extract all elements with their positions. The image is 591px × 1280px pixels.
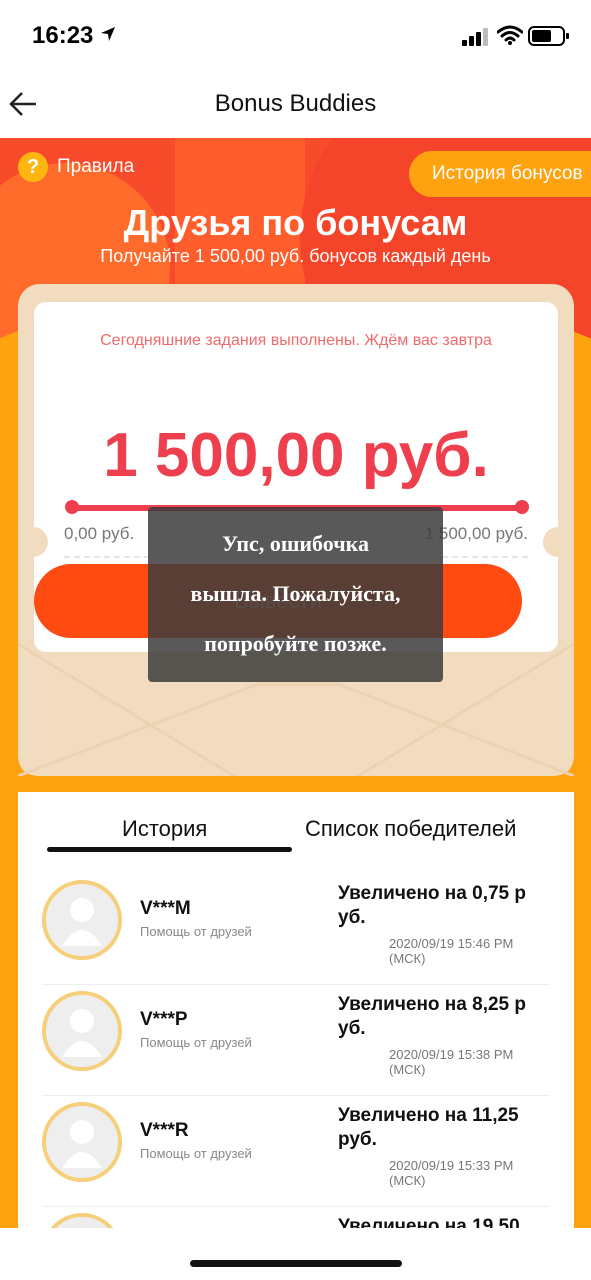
avatar xyxy=(42,1102,122,1182)
toast-line-2: вышла. Пожалуйста, xyxy=(190,581,401,606)
bonus-increase: Увеличено на 11,25 руб. xyxy=(338,1105,519,1150)
tab-history[interactable]: История xyxy=(122,816,207,842)
user-silhouette-icon xyxy=(62,1120,102,1168)
bonus-increase: Увеличено на 19,50 xyxy=(338,1216,520,1228)
bonus-source: Помощь от друзей xyxy=(140,1146,252,1161)
hero-subtitle: Получайте 1 500,00 руб. бонусов каждый д… xyxy=(100,246,491,266)
timestamp: 2020/09/19 15:33 PM (МСК) xyxy=(389,1158,514,1188)
timestamp: 2020/09/19 15:46 PM (МСК) xyxy=(389,936,514,966)
user-name: V***R xyxy=(140,1120,189,1141)
user-silhouette-icon xyxy=(60,1227,104,1228)
nav-bar: Bonus Buddies xyxy=(0,70,591,138)
toast-line-1: Упс, ошибочка xyxy=(222,531,369,556)
history-row: V***P Помощь от друзей Увеличено на 8,25… xyxy=(42,985,550,1096)
tab-winners-list[interactable]: Список победителей xyxy=(305,816,516,842)
user-silhouette-icon xyxy=(62,898,102,946)
error-toast: Упс, ошибочка вышла. Пожалуйста, попробу… xyxy=(148,507,443,682)
history-row: V***M Помощь от друзей Увеличено на 0,75… xyxy=(42,874,550,985)
user-name: V***M xyxy=(140,898,191,919)
history-panel: История Список победителей V***M Помощь … xyxy=(18,792,574,1228)
history-row: Увеличено на 19,50 xyxy=(42,1207,550,1228)
rules-button[interactable]: ? Правила xyxy=(18,151,134,183)
page-title: Bonus Buddies xyxy=(214,90,377,117)
wifi-icon xyxy=(497,25,523,45)
avatar xyxy=(42,880,122,960)
active-tab-underline xyxy=(47,847,292,852)
bonus-source: Помощь от друзей xyxy=(140,1035,252,1050)
bonus-source: Помощь от друзей xyxy=(140,924,252,939)
question-icon: ? xyxy=(18,152,48,182)
user-silhouette-icon xyxy=(62,1009,102,1057)
bonus-increase: Увеличено на 8,25 р уб. xyxy=(338,994,526,1039)
bonus-history-button[interactable]: История бонусов xyxy=(409,151,591,197)
battery-icon xyxy=(528,26,569,46)
location-arrow-icon xyxy=(101,27,115,41)
cellular-signal-icon xyxy=(462,28,488,46)
status-bar: 16:23 xyxy=(0,0,591,70)
user-name: V***P xyxy=(140,1009,188,1030)
home-indicator[interactable] xyxy=(190,1260,402,1267)
rules-label: Правила xyxy=(57,156,135,177)
toast-line-3: попробуйте позже. xyxy=(204,631,387,656)
hero-title: Друзья по бонусам xyxy=(123,202,468,243)
history-row: V***R Помощь от друзей Увеличено на 11,2… xyxy=(42,1096,550,1207)
status-time: 16:23 xyxy=(32,22,94,49)
timestamp: 2020/09/19 15:38 PM (МСК) xyxy=(389,1047,514,1077)
avatar xyxy=(42,1213,122,1228)
avatar xyxy=(42,991,122,1071)
bonus-increase: Увеличено на 0,75 р уб. xyxy=(338,883,526,928)
